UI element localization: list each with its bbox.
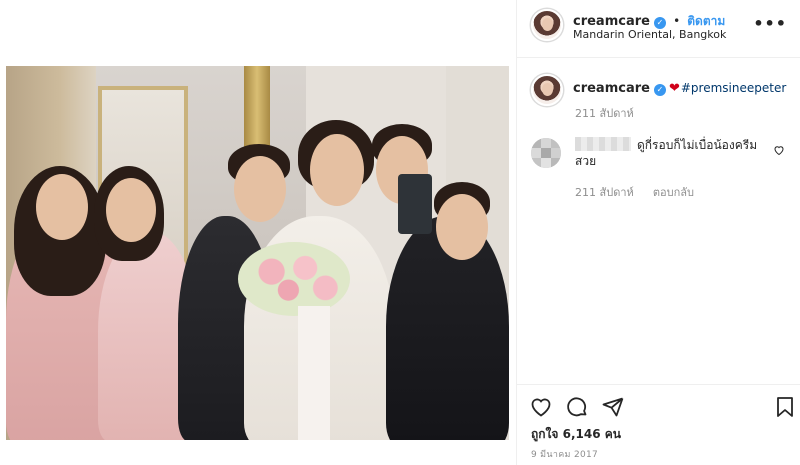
photo-bouquet (238, 242, 350, 316)
comment-reply-button[interactable]: ตอบกลับ (653, 186, 694, 199)
commenter-avatar[interactable] (531, 138, 561, 168)
caption-hashtag[interactable]: #premsineepeter (681, 81, 786, 95)
likes-count[interactable]: ถูกใจ 6,146 คน (531, 425, 621, 444)
author-username[interactable]: creamcare (573, 14, 650, 29)
heart-icon[interactable] (529, 395, 553, 419)
bookmark-icon[interactable] (773, 395, 797, 419)
verified-badge-icon: ✓ (653, 84, 666, 96)
separator-dot: • (673, 14, 681, 28)
photo-face-2 (106, 178, 156, 242)
follow-button[interactable]: ติดตาม (687, 14, 725, 28)
caption-author-avatar[interactable] (531, 74, 563, 106)
caption-time[interactable]: 211 สัปดาห์ (575, 104, 634, 122)
comment-meta: 211 สัปดาห์ ตอบกลับ (575, 181, 694, 201)
photo-face-5 (436, 194, 488, 260)
post-actions: ถูกใจ 6,146 คน 9 มีนาคม 2017 (517, 384, 800, 465)
caption-line: creamcare ✓ ❤#premsineepeter (573, 77, 786, 96)
post-header: creamcare ✓ • ติดตาม Mandarin Oriental, B… (517, 0, 800, 58)
photo-face-3 (234, 156, 286, 222)
post-sidebar: creamcare ✓ • ติดตาม Mandarin Oriental, B… (516, 0, 800, 465)
photo-phone (398, 174, 432, 234)
photo-face-bride (310, 134, 364, 206)
caption-username[interactable]: creamcare (573, 81, 650, 96)
comment-time[interactable]: 211 สัปดาห์ (575, 186, 634, 199)
share-icon[interactable] (601, 395, 625, 419)
comment-text: ดูกี่รอบก็ไม่เบื่อน้องครีมสวย (575, 138, 758, 168)
post-media-area (0, 0, 516, 465)
author-avatar[interactable] (531, 9, 563, 41)
more-options-icon[interactable]: ••• (753, 14, 787, 33)
post-date[interactable]: 9 มีนาคม 2017 (531, 447, 598, 461)
post-location[interactable]: Mandarin Oriental, Bangkok (573, 28, 726, 41)
red-heart-emoji-icon: ❤ (668, 81, 680, 96)
post-photo[interactable] (6, 66, 509, 440)
photo-face-1 (36, 174, 88, 240)
comment-icon[interactable] (565, 395, 589, 419)
comment-like-heart-icon[interactable] (773, 144, 785, 156)
photo-bouquet-ribbon (298, 306, 330, 440)
